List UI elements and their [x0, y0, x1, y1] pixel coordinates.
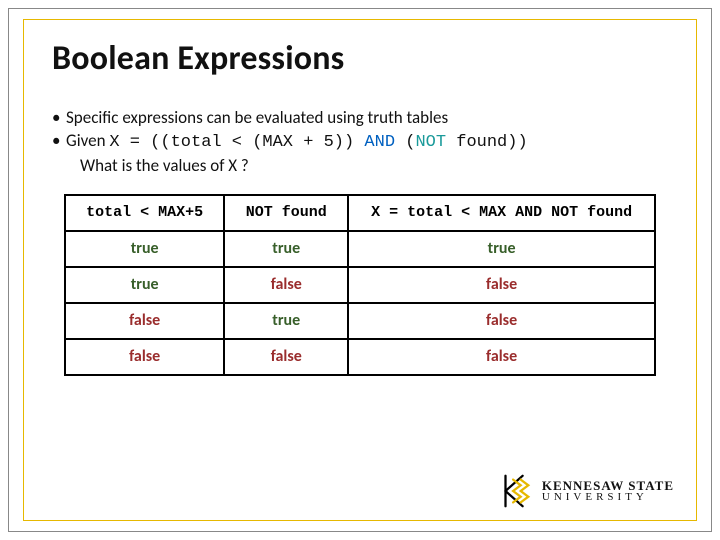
bullet-2: • Given X = ((total < (MAX + 5)) AND (NO… — [52, 130, 668, 155]
bullet-1-text: Specific expressions can be evaluated us… — [66, 107, 448, 130]
bullet-3: What is the values of X ? — [52, 155, 668, 178]
keyword-and: AND — [364, 133, 395, 152]
code-expression: X = ((total < (MAX + 5)) AND (NOT found)… — [109, 133, 527, 152]
bullet-list: • Specific expressions can be evaluated … — [52, 107, 668, 178]
logo-text: KENNESAW STATE UNIVERSITY — [542, 480, 674, 503]
table-cell: true — [224, 231, 348, 267]
table-cell: false — [348, 339, 655, 375]
bullet-1: • Specific expressions can be evaluated … — [52, 107, 668, 130]
table-cell: true — [224, 303, 348, 339]
table-cell: true — [65, 267, 224, 303]
table-row: true true true — [65, 231, 655, 267]
table-header-col-2: NOT found — [224, 195, 348, 231]
ksu-mark-icon — [496, 472, 534, 510]
table-row: true false false — [65, 267, 655, 303]
table-header-col-1: total < MAX+5 — [65, 195, 224, 231]
table-cell: false — [348, 303, 655, 339]
table-cell: false — [65, 303, 224, 339]
table-header-col-3: X = total < MAX AND NOT found — [348, 195, 655, 231]
table-cell: false — [224, 267, 348, 303]
university-logo: KENNESAW STATE UNIVERSITY — [496, 472, 674, 510]
table-row: false false false — [65, 339, 655, 375]
bullet-2-text: Given X = ((total < (MAX + 5)) AND (NOT … — [66, 130, 528, 155]
slide-outer-border: Boolean Expressions • Specific expressio… — [8, 8, 712, 532]
expr-part-1: X = ((total < (MAX + 5)) — [109, 133, 364, 152]
slide-title: Boolean Expressions — [52, 38, 668, 79]
truth-table-container: total < MAX+5 NOT found X = total < MAX … — [52, 194, 668, 376]
table-row: false true false — [65, 303, 655, 339]
bullet-3-text: What is the values of X ? — [80, 155, 249, 176]
truth-table: total < MAX+5 NOT found X = total < MAX … — [64, 194, 656, 376]
bullet-dot-icon: • — [52, 130, 66, 155]
bullet-dot-icon: • — [52, 107, 66, 130]
expr-part-2: ( — [395, 133, 415, 152]
table-cell: false — [224, 339, 348, 375]
table-cell: true — [65, 231, 224, 267]
table-cell: true — [348, 231, 655, 267]
slide-inner-border: Boolean Expressions • Specific expressio… — [23, 19, 697, 521]
table-cell: false — [348, 267, 655, 303]
expr-part-3: found)) — [446, 133, 528, 152]
table-header-row: total < MAX+5 NOT found X = total < MAX … — [65, 195, 655, 231]
table-cell: false — [65, 339, 224, 375]
bullet-2-prefix: Given — [66, 130, 109, 151]
logo-line-2: UNIVERSITY — [542, 492, 674, 502]
keyword-not: NOT — [415, 133, 446, 152]
